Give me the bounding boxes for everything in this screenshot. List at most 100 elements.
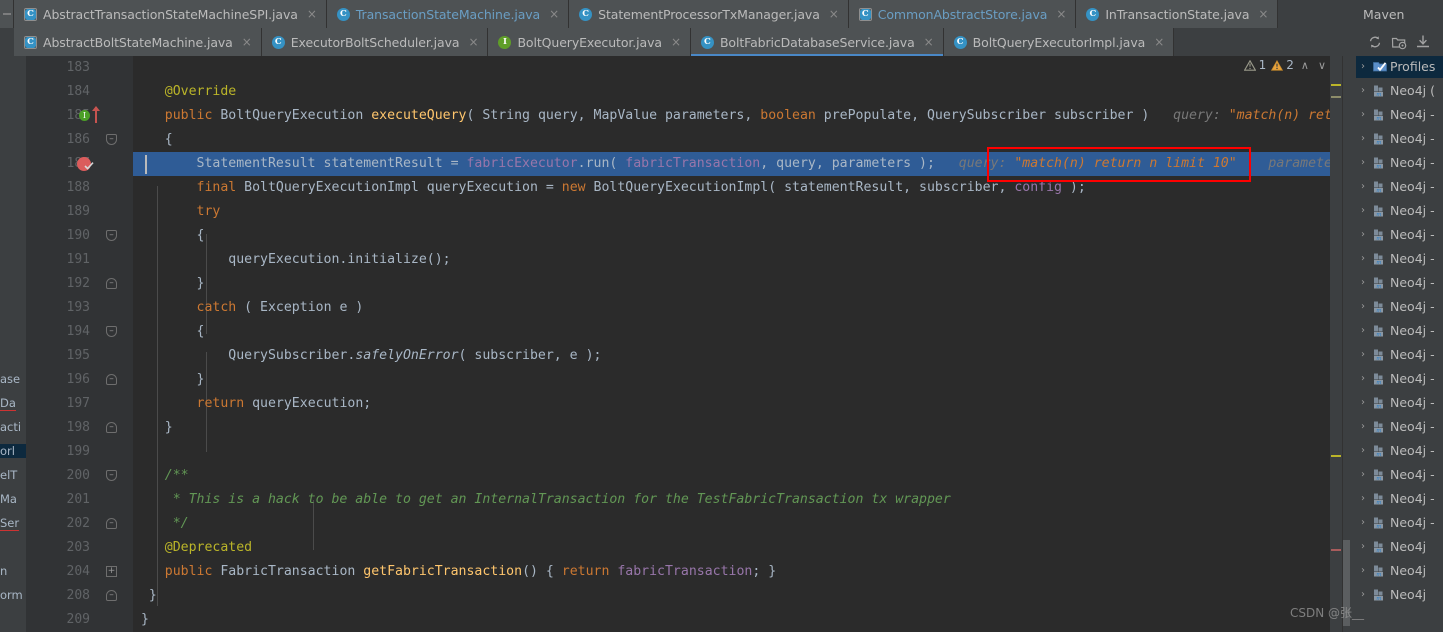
chevron-right-icon[interactable]: ›	[1361, 541, 1369, 552]
close-icon[interactable]: ×	[924, 36, 934, 48]
fold-collapse-icon[interactable]: –	[106, 326, 117, 337]
chevron-right-icon[interactable]: ›	[1361, 421, 1369, 432]
close-icon[interactable]: ×	[671, 36, 681, 48]
project-tree-item[interactable]: ase	[0, 372, 20, 386]
fold-collapse-icon[interactable]: –	[106, 590, 117, 601]
maven-tree-row[interactable]: › m Neo4j -	[1356, 270, 1443, 294]
chevron-right-icon[interactable]: ›	[1361, 493, 1369, 504]
code-line[interactable]: }	[133, 584, 1330, 608]
maven-tree-row[interactable]: › m Neo4j -	[1356, 126, 1443, 150]
editor-tab[interactable]: C BoltFabricDatabaseService.java ×	[690, 28, 944, 56]
reload-all-maven-projects-icon[interactable]	[1367, 34, 1383, 50]
maven-tree-row[interactable]: › m Neo4j -	[1356, 198, 1443, 222]
download-sources-icon[interactable]	[1415, 34, 1431, 50]
chevron-right-icon[interactable]: ›	[1361, 205, 1369, 216]
maven-tree-row[interactable]: › m Neo4j -	[1356, 174, 1443, 198]
project-tree-item[interactable]: orm	[0, 588, 23, 602]
editor-tab[interactable]: I BoltQueryExecutor.java ×	[488, 28, 691, 56]
generate-sources-icon[interactable]	[1391, 34, 1407, 50]
error-stripe-mark[interactable]	[1331, 96, 1341, 98]
close-icon[interactable]: ×	[1056, 8, 1066, 20]
chevron-right-icon[interactable]: ›	[1361, 109, 1369, 120]
code-line[interactable]: {	[133, 128, 1330, 152]
project-tree-item[interactable]: Da	[0, 396, 16, 411]
close-icon[interactable]: ×	[307, 8, 317, 20]
chevron-right-icon[interactable]: ›	[1361, 445, 1369, 456]
next-problem-icon[interactable]: ∨	[1316, 59, 1328, 72]
error-stripe-mark[interactable]	[1331, 455, 1341, 457]
maven-tree-row[interactable]: › Profiles	[1356, 56, 1443, 78]
maven-tree-row[interactable]: › m Neo4j	[1356, 558, 1443, 582]
maven-tree-row[interactable]: › m Neo4j -	[1356, 222, 1443, 246]
chevron-right-icon[interactable]: ›	[1361, 469, 1369, 480]
project-tree-item[interactable]: Ser	[0, 516, 20, 531]
maven-tree-row[interactable]: › m Neo4j -	[1356, 150, 1443, 174]
code-line[interactable]: @Deprecated	[133, 536, 1330, 560]
maven-tool-window-title[interactable]: Maven	[1355, 0, 1443, 28]
editor-vertical-scrollbar-thumb[interactable]	[1342, 540, 1350, 626]
code-line[interactable]: public BoltQueryExecution executeQuery( …	[133, 104, 1330, 128]
code-line[interactable]: }	[133, 272, 1330, 296]
project-tree-strip[interactable]: ase Da acti orl elT Ma Ser n orm	[0, 56, 26, 632]
inspection-yellow-badge[interactable]: 2	[1271, 58, 1294, 72]
maven-tree-row[interactable]: › m Neo4j -	[1356, 294, 1443, 318]
close-icon[interactable]: ×	[468, 36, 478, 48]
code-line[interactable]: StatementResult statementResult = fabric…	[133, 152, 1330, 176]
chevron-right-icon[interactable]: ›	[1361, 229, 1369, 240]
code-line[interactable]: */	[133, 512, 1330, 536]
code-line[interactable]: @Override	[133, 80, 1330, 104]
editor-tab[interactable]: C ExecutorBoltScheduler.java ×	[261, 28, 489, 56]
project-tree-item[interactable]: Ma	[0, 492, 17, 506]
editor-tab[interactable]: C TransactionStateMachine.java ×	[326, 0, 570, 28]
project-tree-item[interactable]: n	[0, 564, 7, 578]
code-line[interactable]: {	[133, 320, 1330, 344]
maven-tree-row[interactable]: › m Neo4j -	[1356, 462, 1443, 486]
maven-tree-row[interactable]: › m Neo4j -	[1356, 486, 1443, 510]
code-line[interactable]: }	[133, 608, 1330, 632]
project-tree-item[interactable]: elT	[0, 468, 17, 482]
maven-tree-row[interactable]: › m Neo4j (	[1356, 78, 1443, 102]
code-line[interactable]: final BoltQueryExecutionImpl queryExecut…	[133, 176, 1330, 200]
fold-collapse-icon[interactable]: –	[106, 374, 117, 385]
fold-expand-icon[interactable]: +	[106, 566, 117, 577]
code-line[interactable]: catch ( Exception e )	[133, 296, 1330, 320]
code-line[interactable]: {	[133, 224, 1330, 248]
close-icon[interactable]: ×	[1258, 8, 1268, 20]
close-icon[interactable]: ×	[829, 8, 839, 20]
maven-tree-row[interactable]: › m Neo4j	[1356, 582, 1443, 606]
fold-collapse-icon[interactable]: –	[106, 470, 117, 481]
code-line[interactable]: }	[133, 416, 1330, 440]
inspection-summary-widget[interactable]: 1 2 ∧ ∨	[1243, 58, 1328, 72]
chevron-right-icon[interactable]: ›	[1361, 277, 1369, 288]
code-line[interactable]: }	[133, 368, 1330, 392]
maven-tree-row[interactable]: › m Neo4j -	[1356, 342, 1443, 366]
chevron-right-icon[interactable]: ›	[1361, 325, 1369, 336]
fold-collapse-icon[interactable]: –	[106, 230, 117, 241]
chevron-right-icon[interactable]: ›	[1361, 253, 1369, 264]
editor-tab[interactable]: C AbstractBoltStateMachine.java ×	[14, 28, 262, 56]
close-icon[interactable]: ×	[242, 36, 252, 48]
maven-tree-row[interactable]: › m Neo4j -	[1356, 102, 1443, 126]
error-stripe-mark[interactable]	[1331, 549, 1341, 551]
fold-collapse-icon[interactable]: –	[106, 134, 117, 145]
chevron-right-icon[interactable]: ›	[1361, 61, 1369, 72]
error-stripe-gutter[interactable]	[1330, 56, 1342, 632]
chevron-right-icon[interactable]: ›	[1361, 373, 1369, 384]
code-line[interactable]: return queryExecution;	[133, 392, 1330, 416]
close-icon[interactable]: ×	[1154, 36, 1164, 48]
maven-tree-row[interactable]: › m Neo4j -	[1356, 414, 1443, 438]
implementing-method-icon[interactable]: I	[79, 110, 90, 121]
tab-row-collapse-handle[interactable]	[0, 0, 14, 28]
previous-problem-icon[interactable]: ∧	[1299, 59, 1311, 72]
chevron-right-icon[interactable]: ›	[1361, 589, 1369, 600]
editor-tab[interactable]: C CommonAbstractStore.java ×	[848, 0, 1077, 28]
maven-tree-row[interactable]: › m Neo4j -	[1356, 510, 1443, 534]
close-icon[interactable]: ×	[549, 8, 559, 20]
maven-projects-tree[interactable]: › Profiles › m Neo4j (› m Neo4j - › m Neo4j - › m Ne…	[1356, 56, 1443, 632]
editor-tab[interactable]: C AbstractTransactionStateMachineSPI.java…	[14, 0, 327, 28]
inspection-grey-badge[interactable]: 1	[1243, 58, 1266, 72]
project-tree-item[interactable]: acti	[0, 420, 21, 434]
fold-collapse-icon[interactable]: –	[106, 422, 117, 433]
chevron-right-icon[interactable]: ›	[1361, 565, 1369, 576]
maven-tree-row[interactable]: › m Neo4j -	[1356, 390, 1443, 414]
